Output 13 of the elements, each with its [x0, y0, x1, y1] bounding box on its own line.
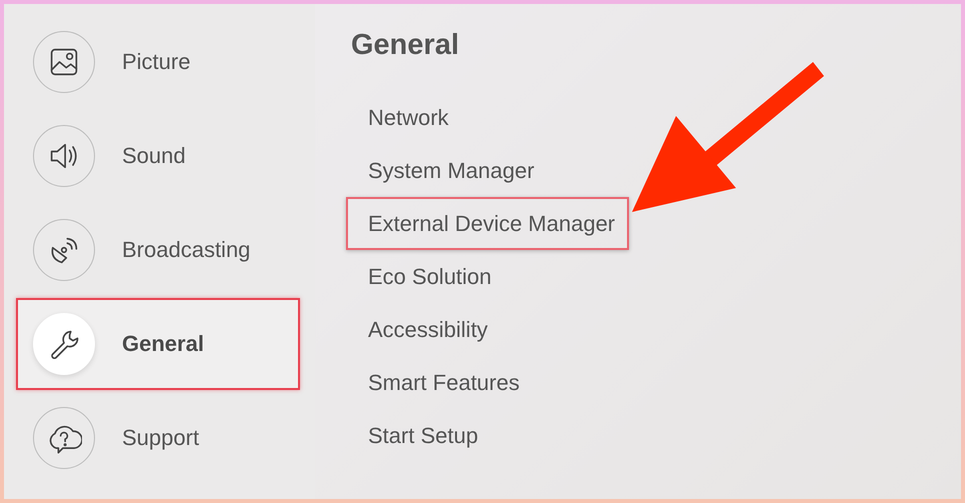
- sidebar-item[interactable]: Support: [16, 392, 300, 484]
- sidebar-item[interactable]: Broadcasting: [16, 204, 300, 296]
- menu-item[interactable]: Eco Solution: [346, 250, 506, 303]
- menu-item[interactable]: External Device Manager: [346, 197, 630, 250]
- sidebar-item[interactable]: Picture: [16, 16, 300, 108]
- menu-item[interactable]: Accessibility: [346, 303, 502, 356]
- menu-item[interactable]: Network: [346, 91, 463, 144]
- menu-item[interactable]: Start Setup: [346, 409, 492, 462]
- sidebar-item[interactable]: Sound: [16, 110, 300, 202]
- sidebar-item[interactable]: General: [16, 298, 300, 390]
- menu-item[interactable]: System Manager: [346, 144, 548, 197]
- menu-item[interactable]: Smart Features: [346, 356, 534, 409]
- section-title: General: [351, 28, 460, 63]
